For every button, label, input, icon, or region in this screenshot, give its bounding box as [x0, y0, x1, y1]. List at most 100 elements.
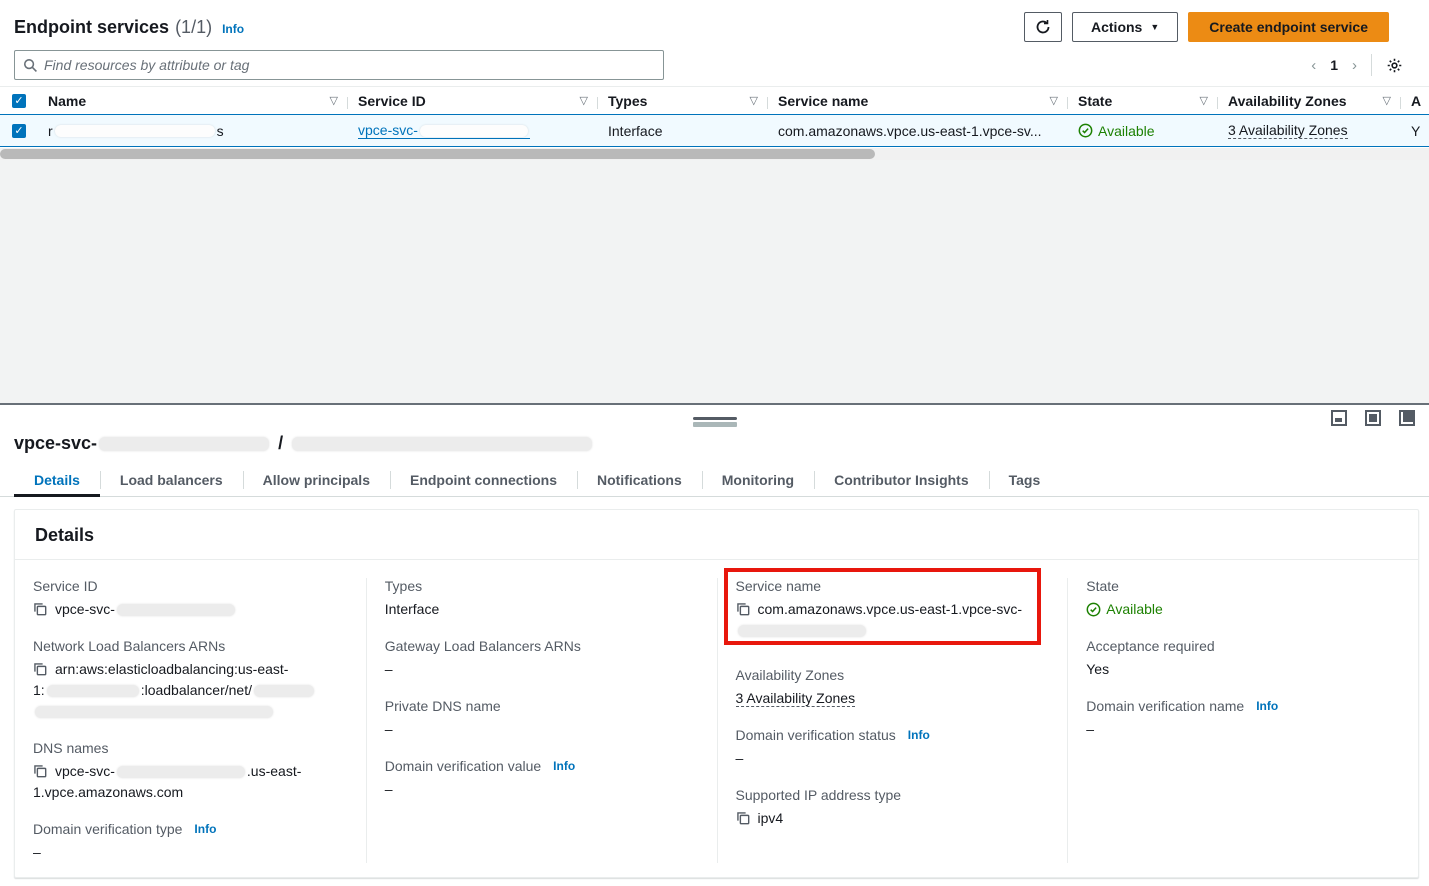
field-availability-zones: Availability Zones 3 Availability Zones — [736, 667, 1050, 709]
panel-title-id-redacted — [99, 437, 269, 451]
top-bar: Endpoint services (1/1) Info Actions ▼ — [0, 0, 1429, 80]
actions-button-label: Actions — [1091, 19, 1142, 35]
copy-icon[interactable] — [736, 602, 750, 616]
search-input[interactable] — [44, 57, 655, 73]
details-column-3: Service name com.amazonaws.vpce.us-east-… — [717, 578, 1068, 863]
panel-tabs: Details Load balancers Allow principals … — [0, 464, 1429, 497]
row-availability-zones[interactable]: 3 Availability Zones — [1228, 122, 1348, 139]
page-title: Endpoint services — [14, 17, 169, 38]
horizontal-scrollbar-thumb[interactable] — [0, 149, 875, 159]
next-page-icon[interactable]: › — [1352, 58, 1357, 73]
field-domain-verification-value: Domain verification valueInfo – — [385, 758, 699, 800]
create-endpoint-service-button[interactable]: Create endpoint service — [1188, 12, 1389, 42]
filter-service-name-icon[interactable]: ▽ — [1050, 94, 1058, 107]
col-types: Types — [608, 93, 647, 109]
row-checkbox[interactable]: ✓ — [12, 124, 26, 138]
service-id-prefix: vpce-svc- — [358, 122, 418, 138]
tab-load-balancers[interactable]: Load balancers — [100, 464, 243, 496]
check-circle-icon — [1086, 602, 1101, 617]
col-availability-zones: Availability Zones — [1228, 93, 1347, 109]
field-dns-names: DNS names vpce-svc-.us-east- 1.vpce.amaz… — [33, 740, 348, 803]
create-button-label: Create endpoint service — [1209, 19, 1368, 35]
field-nlb-arns: Network Load Balancers ARNs arn:aws:elas… — [33, 638, 348, 722]
search-box[interactable] — [14, 50, 664, 80]
nlb-account-redacted — [47, 685, 139, 697]
pagination: ‹ 1 › — [1311, 54, 1403, 76]
check-circle-icon — [1078, 123, 1093, 138]
col-service-name: Service name — [778, 93, 868, 109]
tab-contributor-insights[interactable]: Contributor Insights — [814, 464, 989, 496]
service-id-link[interactable]: vpce-svc- — [358, 122, 530, 139]
field-private-dns-name: Private DNS name – — [385, 698, 699, 740]
filter-types-icon[interactable]: ▽ — [750, 94, 758, 107]
select-all-checkbox[interactable]: ✓ — [12, 94, 26, 108]
copy-icon[interactable] — [736, 811, 750, 825]
tab-notifications[interactable]: Notifications — [577, 464, 702, 496]
field-acceptance-required: Acceptance required Yes — [1086, 638, 1400, 680]
nlb-name-redacted — [254, 685, 314, 697]
panel-size-large-icon[interactable] — [1399, 410, 1415, 426]
row-service-name: com.amazonaws.vpce.us-east-1.vpce-sv... — [778, 123, 1042, 139]
settings-gear-icon[interactable] — [1386, 57, 1403, 74]
col-service-id: Service ID — [358, 93, 426, 109]
row-state: Available — [1078, 123, 1155, 139]
actions-button[interactable]: Actions ▼ — [1072, 12, 1178, 42]
service-id-redacted — [420, 125, 528, 137]
col-state: State — [1078, 93, 1112, 109]
endpoint-services-page: Endpoint services (1/1) Info Actions ▼ — [0, 0, 1429, 886]
row-state-label: Available — [1098, 123, 1155, 139]
header-info-link[interactable]: Info — [222, 22, 244, 36]
tab-allow-principals[interactable]: Allow principals — [243, 464, 390, 496]
info-link[interactable]: Info — [194, 822, 216, 836]
row-acceptance-partial: Y — [1411, 123, 1420, 139]
row-name-prefix: r — [48, 123, 53, 139]
split-panel: vpce-svc- / Details Load balancers Allow… — [0, 403, 1429, 886]
field-service-id: Service ID vpce-svc- — [33, 578, 348, 620]
endpoint-services-table: ✓ Name▽ Service ID▽ Types▽ Service name▽… — [0, 86, 1429, 160]
search-icon — [23, 58, 38, 73]
field-service-name: Service name com.amazonaws.vpce.us-east-… — [736, 578, 1050, 641]
current-page[interactable]: 1 — [1330, 57, 1338, 73]
tab-endpoint-connections[interactable]: Endpoint connections — [390, 464, 577, 496]
filter-name-icon[interactable]: ▽ — [330, 94, 338, 107]
field-state: State Available — [1086, 578, 1400, 620]
panel-size-medium-icon[interactable] — [1365, 410, 1381, 426]
tab-details[interactable]: Details — [14, 464, 100, 496]
details-column-4: State Available — [1067, 578, 1418, 863]
field-types: Types Interface — [385, 578, 699, 620]
tab-monitoring[interactable]: Monitoring — [702, 464, 814, 496]
state-value: Available — [1106, 599, 1163, 620]
row-types: Interface — [608, 123, 662, 139]
info-link[interactable]: Info — [553, 759, 575, 773]
field-domain-verification-status: Domain verification statusInfo – — [736, 727, 1050, 769]
field-domain-verification-type: Domain verification typeInfo – — [33, 821, 348, 863]
split-panel-title: vpce-svc- / — [0, 431, 1429, 454]
tab-tags[interactable]: Tags — [989, 464, 1061, 496]
col-acceptance-partial: A — [1411, 93, 1421, 109]
service-id-value-redacted — [117, 604, 235, 616]
availability-zones-trigger[interactable]: 3 Availability Zones — [736, 690, 856, 707]
row-name-suffix: s — [217, 123, 224, 139]
details-card: Details Service ID vpce-svc- Network Loa… — [14, 509, 1419, 878]
panel-size-small-icon[interactable] — [1331, 410, 1347, 426]
copy-icon[interactable] — [33, 662, 47, 676]
details-heading: Details — [35, 525, 1398, 546]
refresh-button[interactable] — [1024, 12, 1062, 42]
copy-icon[interactable] — [33, 602, 47, 616]
page-count: (1/1) — [175, 17, 212, 38]
prev-page-icon[interactable]: ‹ — [1311, 58, 1316, 73]
filter-service-id-icon[interactable]: ▽ — [580, 94, 588, 107]
table-row[interactable]: ✓ r s vpce-svc- Interface com.amazonaws.… — [0, 114, 1429, 147]
panel-title-separator: / — [278, 433, 283, 454]
horizontal-scrollbar — [0, 148, 1429, 160]
split-panel-drag-handle[interactable] — [693, 417, 737, 427]
copy-icon[interactable] — [33, 764, 47, 778]
table-header-row: ✓ Name▽ Service ID▽ Types▽ Service name▽… — [0, 86, 1429, 115]
caret-down-icon: ▼ — [1150, 22, 1159, 32]
panel-title-name-redacted — [292, 437, 592, 451]
info-link[interactable]: Info — [1256, 699, 1278, 713]
filter-state-icon[interactable]: ▽ — [1200, 94, 1208, 107]
field-supported-ip-address-type: Supported IP address type ipv4 — [736, 787, 1050, 829]
filter-az-icon[interactable]: ▽ — [1383, 94, 1391, 107]
info-link[interactable]: Info — [908, 728, 930, 742]
